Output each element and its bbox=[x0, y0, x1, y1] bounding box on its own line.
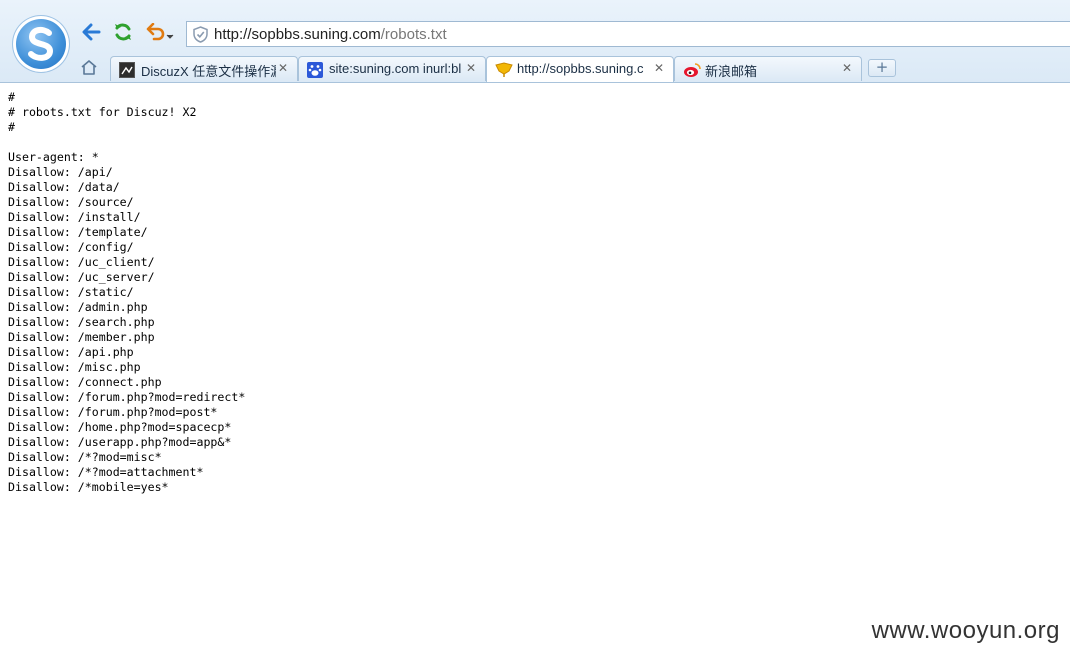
baidu-paw-icon bbox=[307, 62, 323, 78]
security-shield-icon[interactable] bbox=[193, 26, 208, 47]
text-line: Disallow: /*?mod=attachment* bbox=[8, 465, 204, 479]
tab-title: http://sopbbs.suning.c bbox=[517, 61, 644, 76]
close-icon[interactable]: ✕ bbox=[465, 62, 477, 74]
wooyun-watermark: www.wooyun.org bbox=[871, 617, 1060, 644]
sogou-browser-logo-icon[interactable] bbox=[13, 16, 69, 72]
text-line: Disallow: /uc_server/ bbox=[8, 270, 155, 284]
suning-favicon-icon bbox=[495, 62, 513, 78]
robots-txt-content: # # robots.txt for Discuz! X2 # User-agent:… bbox=[8, 90, 245, 495]
text-line: Disallow: /uc_client/ bbox=[8, 255, 155, 269]
text-line: Disallow: /userapp.php?mod=app&* bbox=[8, 435, 232, 449]
url-host: http://sopbbs.suning.com bbox=[214, 26, 381, 43]
discuz-favicon-icon bbox=[119, 62, 135, 78]
text-line: User-agent: * bbox=[8, 150, 99, 164]
url-path: /robots.txt bbox=[380, 26, 447, 43]
text-line: Disallow: /misc.php bbox=[8, 360, 141, 374]
text-line: Disallow: /search.php bbox=[8, 315, 155, 329]
text-line bbox=[8, 135, 245, 150]
text-line: Disallow: /forum.php?mod=post* bbox=[8, 405, 218, 419]
refresh-button[interactable] bbox=[112, 23, 134, 45]
tab-discuzx[interactable]: DiscuzX 任意文件操作漏 ✕ bbox=[110, 56, 298, 81]
undo-arrow-icon bbox=[146, 22, 166, 45]
text-line: # bbox=[8, 90, 15, 104]
text-line: Disallow: /config/ bbox=[8, 240, 134, 254]
undo-close-button[interactable] bbox=[143, 22, 177, 45]
tab-site-search[interactable]: site:suning.com inurl:bl ✕ bbox=[298, 56, 486, 81]
home-button[interactable] bbox=[78, 58, 100, 80]
tab-title: site:suning.com inurl:bl bbox=[329, 61, 461, 76]
text-line: # bbox=[8, 120, 15, 134]
tab-title: DiscuzX 任意文件操作漏 bbox=[141, 64, 276, 79]
text-line: Disallow: /api/ bbox=[8, 165, 113, 179]
tab-robots-txt[interactable]: http://sopbbs.suning.c ✕ bbox=[486, 56, 674, 82]
new-tab-button[interactable]: + bbox=[868, 59, 896, 77]
close-icon[interactable]: ✕ bbox=[841, 62, 853, 74]
close-icon[interactable]: ✕ bbox=[653, 62, 665, 74]
text-line: Disallow: /*mobile=yes* bbox=[8, 480, 169, 494]
text-line: Disallow: /api.php bbox=[8, 345, 134, 359]
back-arrow-icon bbox=[81, 23, 101, 45]
text-line: Disallow: /connect.php bbox=[8, 375, 162, 389]
close-icon[interactable]: ✕ bbox=[277, 62, 289, 74]
back-button[interactable] bbox=[80, 23, 102, 45]
text-line: Disallow: /forum.php?mod=redirect* bbox=[8, 390, 246, 404]
home-icon bbox=[80, 59, 98, 79]
text-line: Disallow: /home.php?mod=spacecp* bbox=[8, 420, 232, 434]
text-line: Disallow: /static/ bbox=[8, 285, 134, 299]
text-line: Disallow: /install/ bbox=[8, 210, 141, 224]
text-line: # robots.txt for Discuz! X2 bbox=[8, 105, 197, 119]
text-line: Disallow: /data/ bbox=[8, 180, 120, 194]
browser-toolbar: http://sopbbs.suning.com/robots.txt Disc… bbox=[0, 0, 1070, 83]
weibo-icon bbox=[683, 62, 701, 78]
refresh-icon bbox=[113, 22, 133, 46]
tab-sina-mail[interactable]: 新浪邮箱 ✕ bbox=[674, 56, 862, 81]
text-line: Disallow: /source/ bbox=[8, 195, 134, 209]
chevron-down-icon[interactable] bbox=[166, 25, 174, 44]
text-line: Disallow: /admin.php bbox=[8, 300, 148, 314]
text-line: Disallow: /template/ bbox=[8, 225, 148, 239]
text-line: Disallow: /*?mod=misc* bbox=[8, 450, 162, 464]
url-text[interactable]: http://sopbbs.suning.com/robots.txt bbox=[214, 26, 447, 43]
tab-title: 新浪邮箱 bbox=[705, 64, 758, 79]
address-bar[interactable]: http://sopbbs.suning.com/robots.txt bbox=[186, 21, 1070, 47]
text-line: Disallow: /member.php bbox=[8, 330, 155, 344]
